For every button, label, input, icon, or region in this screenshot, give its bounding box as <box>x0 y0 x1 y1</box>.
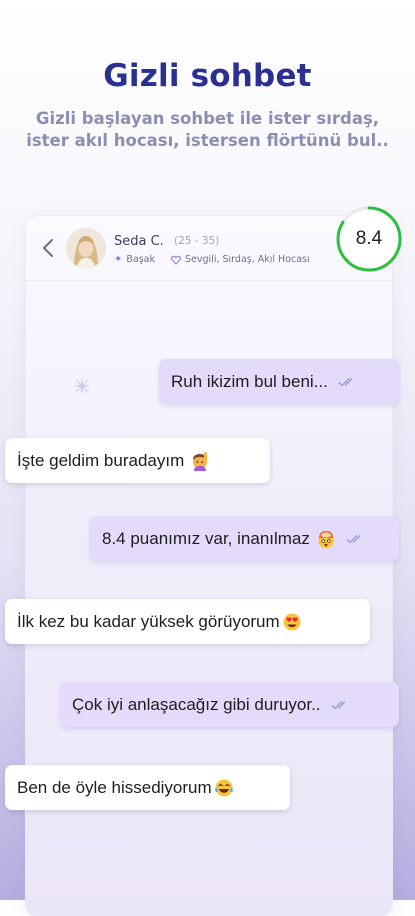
double-check-icon <box>346 534 364 544</box>
age-range: (25 - 35) <box>174 235 220 247</box>
double-check-icon <box>331 700 349 710</box>
back-button[interactable] <box>38 235 58 261</box>
interests-label: Sevgili, Sırdaş, Akıl Hocası <box>185 254 310 265</box>
person-raising-hand-icon <box>193 451 208 471</box>
message-text: İlk kez bu kadar yüksek görüyorum <box>17 611 280 631</box>
message-bubble-incoming[interactable]: Ben de öyle hissediyorum <box>5 765 290 810</box>
message-text: Ben de öyle hissediyorum <box>17 777 212 797</box>
message-bubble-outgoing[interactable]: Ruh ikizim bul beni... <box>159 359 399 404</box>
chevron-left-icon <box>43 239 53 257</box>
score-value: 8.4 <box>355 228 383 249</box>
smiling-face-with-heart-eyes-icon <box>283 613 301 630</box>
contact-name: Seda C. <box>114 234 164 249</box>
message-text: Çok iyi anlaşacağız gibi duruyor.. <box>72 694 321 714</box>
message-bubble-incoming[interactable]: İşte geldim buradayım <box>5 438 270 483</box>
message-bubble-outgoing[interactable]: Çok iyi anlaşacağız gibi duruyor.. <box>60 682 399 727</box>
message-text: İşte geldim buradayım <box>17 450 185 470</box>
chat-preview-card: Seda C. (25 - 35) ✦ Başak Sevgili, Sırda… <box>26 216 392 916</box>
message-text: Ruh ikizim bul beni... <box>171 371 328 391</box>
zodiac-label: Başak <box>126 254 156 265</box>
message-bubble-incoming[interactable]: İlk kez bu kadar yüksek görüyorum <box>5 599 370 644</box>
heart-outline-icon <box>171 255 181 265</box>
face-with-exploding-head-icon <box>318 530 334 548</box>
double-check-icon <box>338 377 356 387</box>
face-with-tears-of-joy-icon <box>214 779 233 796</box>
subheadline: Gizli başlayan sohbet ile ister sırdaş, … <box>26 109 389 150</box>
message-bubble-outgoing[interactable]: 8.4 puanımız var, inanılmaz <box>90 516 399 561</box>
contact-meta: ✦ Başak Sevgili, Sırdaş, Akıl Hocası <box>114 254 310 265</box>
sparkle-icon <box>73 377 91 395</box>
avatar[interactable] <box>66 228 106 268</box>
headline: Gizli sohbet <box>103 58 312 94</box>
compatibility-score: 8.4 <box>335 205 403 273</box>
sparkle-icon: ✦ <box>114 254 123 265</box>
message-text: 8.4 puanımız var, inanılmaz <box>102 528 310 548</box>
